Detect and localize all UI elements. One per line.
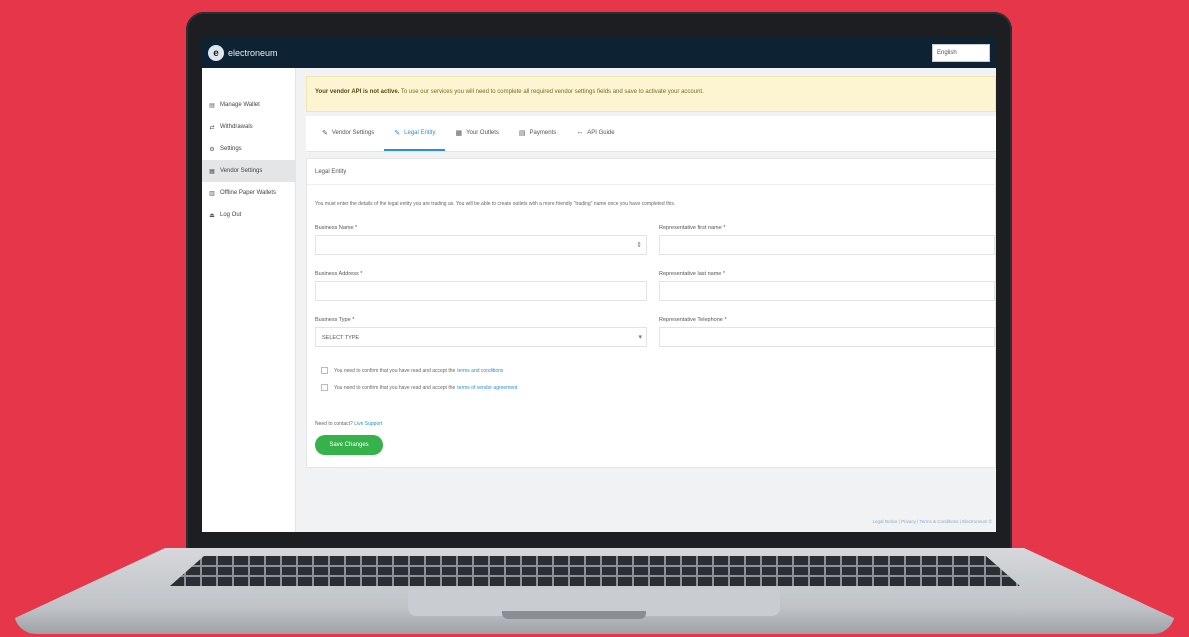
business-type-select[interactable]: SELECT TYPE ▾ [315,327,647,347]
footer-links[interactable]: Legal Notice | Privacy | Terms & Conditi… [872,519,992,524]
sidebar: ▤ Manage Wallet ⇄ Withdrawals ⚙ Settings… [202,68,296,532]
laptop-keyboard [170,556,1020,586]
document-icon: ▥ [209,190,215,197]
tab-api-guide[interactable]: ↔ API Guide [566,116,624,151]
laptop-lid: e electroneum English ▤ Manage Wallet ⇄ … [186,12,1012,552]
privacy-text: You need to confirm that you have read a… [334,384,456,391]
tab-label: Legal Entity [404,129,436,136]
language-select[interactable]: English [932,44,990,62]
tab-legal-entity[interactable]: ✎ Legal Entity [384,116,446,151]
laptop-notch [502,611,646,619]
sidebar-item-label: Offline Paper Wallets [220,190,277,196]
alert-strong: Your vendor API is not active. [315,89,400,95]
alert-text: To use our services you will need to com… [400,89,704,95]
brand-name: electroneum [228,48,278,58]
top-bar: e electroneum English [202,38,996,68]
business-name-field: Business Name * ⇕ [315,225,647,255]
terms-checkbox[interactable] [321,367,328,374]
business-type-label: Business Type * [315,317,355,323]
logout-icon: ⏏ [209,212,215,219]
business-type-value: SELECT TYPE [322,335,360,341]
terms-link[interactable]: terms and conditions [457,368,503,374]
sidebar-item-settings[interactable]: ⚙ Settings [202,138,295,160]
transfer-icon: ⇄ [209,124,215,131]
sidebar-item-label: Log Out [220,212,242,218]
business-address-field: Business Address * [315,271,647,301]
sidebar-item-label: Manage Wallet [220,102,260,108]
rep-last-name-label: Representative last name * [659,271,726,277]
sidebar-item-label: Withdrawals [220,124,253,130]
rep-last-name-input[interactable] [659,281,995,301]
panel-intro: You must enter the details of the legal … [315,201,676,207]
privacy-link[interactable]: terms of vendor agreement [457,385,517,391]
business-name-input[interactable]: ⇕ [315,235,647,255]
save-changes-button[interactable]: Save Changes [315,435,383,455]
panel-title: Legal Entity [307,159,995,185]
terms-text: You need to confirm that you have read a… [334,367,456,374]
pencil-icon: ✎ [322,129,328,137]
vendor-inactive-alert: Your vendor API is not active. To use ou… [306,76,996,112]
live-support-link[interactable]: Live Support [354,421,382,427]
sidebar-item-vendor-settings[interactable]: ▦ Vendor Settings [202,160,295,182]
payments-icon: ▤ [518,129,526,137]
business-type-field: Business Type * SELECT TYPE ▾ [315,317,647,347]
rep-last-name-field: Representative last name * [659,271,995,301]
tab-payments[interactable]: ▤ Payments [509,116,566,151]
rep-phone-input[interactable] [659,327,995,347]
store-icon: ▦ [209,168,215,175]
privacy-checkbox[interactable] [321,384,328,391]
store-icon: ▦ [455,129,463,137]
laptop-screen: e electroneum English ▤ Manage Wallet ⇄ … [202,38,996,532]
terms-check-row: You need to confirm that you have read a… [321,367,503,374]
rep-first-name-input[interactable] [659,235,995,255]
business-name-label: Business Name * [315,225,358,231]
tab-bar: ✎ Vendor Settings ✎ Legal Entity ▦ Your … [306,116,996,152]
rep-first-name-field: Representative first name * [659,225,995,255]
privacy-check-row: You need to confirm that you have read a… [321,384,517,391]
tab-label: Vendor Settings [331,129,375,136]
logo-icon: e [208,45,224,61]
code-icon: ↔ [576,129,584,136]
chevron-down-icon: ▾ [638,334,642,341]
sidebar-item-label: Vendor Settings [220,168,263,174]
updown-icon: ⇕ [636,242,642,249]
sidebar-item-log-out[interactable]: ⏏ Log Out [202,204,295,226]
pencil-icon: ✎ [394,129,401,137]
rep-phone-field: Representative Telephone * [659,317,995,347]
sidebar-item-withdrawals[interactable]: ⇄ Withdrawals [202,116,295,138]
sidebar-item-paper-wallets[interactable]: ▥ Offline Paper Wallets [202,182,295,204]
rep-phone-label: Representative Telephone * [659,317,727,323]
tab-label: API Guide [587,129,615,136]
tab-vendor-settings[interactable]: ✎ Vendor Settings [312,116,384,151]
sidebar-item-label: Settings [220,146,242,152]
help-line: Need to contact? Live Support [315,421,382,427]
tab-label: Your Outlets [466,129,499,136]
legal-entity-panel: Legal Entity You must enter the details … [306,158,996,468]
help-text: Need to contact? [315,421,353,427]
rep-first-name-label: Representative first name * [659,225,726,231]
tab-your-outlets[interactable]: ▦ Your Outlets [445,116,508,151]
tab-label: Payments [529,129,557,136]
main-content: Your vendor API is not active. To use ou… [306,76,996,468]
business-address-input[interactable] [315,281,647,301]
gear-icon: ⚙ [209,146,215,153]
sidebar-item-manage-wallet[interactable]: ▤ Manage Wallet [202,94,295,116]
wallet-icon: ▤ [209,102,215,109]
business-address-label: Business Address * [315,271,363,277]
